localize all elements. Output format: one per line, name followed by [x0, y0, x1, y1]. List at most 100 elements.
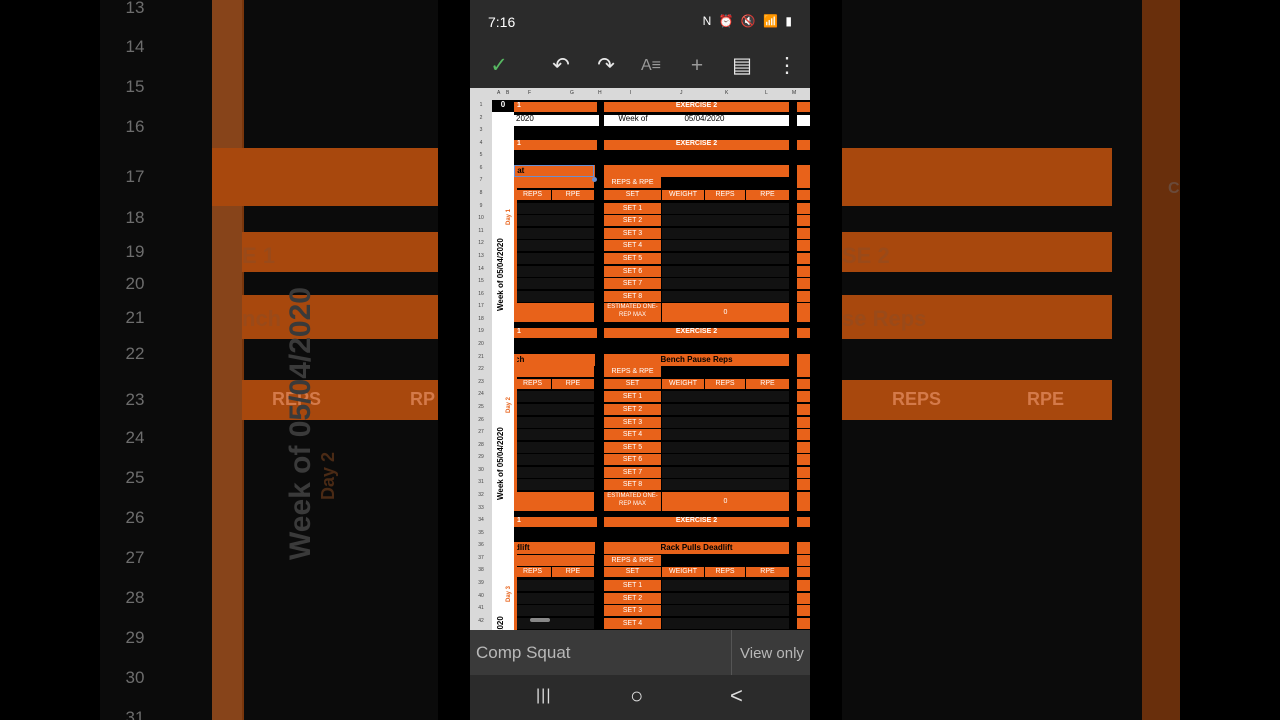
status-icons: N ⏰ 🔇 📶 ▮ — [702, 14, 794, 28]
set-input-right[interactable] — [662, 592, 789, 604]
set-input-right[interactable] — [662, 441, 789, 453]
horizontal-scrollbar[interactable] — [530, 618, 550, 622]
set-input-right[interactable] — [662, 265, 789, 277]
recents-icon[interactable]: ||| — [536, 687, 551, 705]
column-label-extra — [797, 567, 810, 578]
set-input-right[interactable] — [662, 227, 789, 239]
row-number: 8 — [479, 190, 483, 197]
set-input-right[interactable] — [662, 479, 789, 491]
row-number: 41 — [478, 605, 484, 612]
set-input-right[interactable] — [662, 202, 789, 214]
set-input-right[interactable] — [662, 580, 789, 592]
bg-band-rcol — [1142, 0, 1180, 720]
week-blank-cell-right[interactable] — [797, 114, 810, 126]
week-blank-cell[interactable] — [747, 114, 789, 126]
comment-icon[interactable]: ▤ — [727, 52, 757, 80]
selection-handle[interactable] — [592, 177, 597, 183]
set-input-right[interactable] — [662, 391, 789, 403]
set-input-right[interactable] — [662, 429, 789, 441]
reps-rpe-label: REPS & RPE — [604, 554, 661, 566]
set-input-right[interactable] — [662, 454, 789, 466]
set-input-left[interactable] — [514, 278, 594, 290]
set-right-col — [797, 265, 810, 277]
redo-icon[interactable]: ↷ — [591, 52, 621, 80]
set-input-left[interactable] — [514, 240, 594, 252]
set-input-left[interactable] — [514, 202, 594, 214]
spreadsheet-grid[interactable]: 0 A B F G H I J K L M 1 2 3 4 5 6 7 8 9 10 11 12 13 14 15 16 17 18 1… — [470, 88, 810, 630]
row-number: 39 — [478, 580, 484, 587]
set-label: SET 7 — [604, 278, 661, 290]
set-input-left[interactable] — [514, 227, 594, 239]
more-options-icon[interactable]: ⋮ — [772, 52, 802, 80]
done-checkmark-icon[interactable]: ✓ — [484, 52, 514, 80]
home-icon[interactable]: ○ — [630, 683, 643, 709]
exercise-3-name[interactable] — [797, 542, 810, 555]
selection-box[interactable] — [514, 164, 594, 177]
exercise-3-header-top — [797, 102, 810, 112]
set-label: SET 2 — [604, 215, 661, 227]
exercise-1-name[interactable]: dlift — [514, 542, 595, 555]
phone-screen: 7:16 N ⏰ 🔇 📶 ▮ ✓ ↶ ↷ A≡ + ▤ ⋮ 0 AB F G H I J K… — [470, 0, 810, 720]
week-vertical-label: Week of 05/04/2020 — [496, 238, 505, 312]
row-number: 22 — [478, 366, 484, 373]
set-input-right[interactable] — [662, 605, 789, 617]
back-icon[interactable]: < — [730, 683, 743, 709]
text-format-icon[interactable]: A≡ — [636, 52, 666, 80]
week-date-cell[interactable]: 05/04/2020 — [662, 114, 747, 126]
selected-cell-indicator[interactable]: 0 — [492, 101, 514, 110]
row-number: 15 — [478, 278, 484, 285]
column-header: H — [598, 90, 602, 96]
week-year-cell[interactable]: 2020 — [514, 114, 599, 126]
est-left — [514, 303, 594, 323]
set-input-left[interactable] — [514, 592, 594, 604]
sheet-tab-bar: Comp Squat View only — [470, 630, 810, 675]
set-input-left[interactable] — [514, 479, 594, 491]
bg-row-number: 17 — [125, 167, 145, 186]
exercise-1-name[interactable]: ch — [514, 353, 595, 366]
set-input-left[interactable] — [514, 580, 594, 592]
set-right-col — [797, 391, 810, 403]
set-input-left[interactable] — [514, 403, 594, 415]
row-number: 26 — [478, 416, 484, 423]
set-input-left[interactable] — [514, 416, 594, 428]
set-label: SET 1 — [604, 391, 661, 403]
row-number: 7 — [479, 177, 483, 184]
set-input-left[interactable] — [514, 215, 594, 227]
week-vertical-label: Week of 05/04/2020 — [496, 616, 505, 630]
set-input-left[interactable] — [514, 265, 594, 277]
set-input-left[interactable] — [514, 290, 594, 302]
insert-plus-icon[interactable]: + — [682, 52, 712, 80]
set-input-left[interactable] — [514, 391, 594, 403]
set-input-right[interactable] — [662, 617, 789, 629]
set-input-right[interactable] — [662, 278, 789, 290]
set-input-left[interactable] — [514, 252, 594, 264]
set-input-left[interactable] — [514, 454, 594, 466]
undo-icon[interactable]: ↶ — [546, 52, 576, 80]
exercise-2-name[interactable] — [604, 164, 789, 177]
set-input-left[interactable] — [514, 441, 594, 453]
set-input-right[interactable] — [662, 240, 789, 252]
set-input-right[interactable] — [662, 416, 789, 428]
set-input-right[interactable] — [662, 403, 789, 415]
est-right — [797, 491, 810, 511]
set-input-right[interactable] — [662, 252, 789, 264]
column-label-rpe2: RPE — [746, 378, 789, 389]
set-label: SET 4 — [604, 617, 661, 629]
set-input-left[interactable] — [514, 429, 594, 441]
set-input-left[interactable] — [514, 466, 594, 478]
exercise-2-header-top: EXERCISE 2 — [604, 102, 789, 112]
exercise-2-name[interactable]: Rack Pulls Deadlift — [604, 542, 789, 555]
exercise-3-name[interactable] — [797, 353, 810, 366]
set-input-right[interactable] — [662, 290, 789, 302]
set-input-right[interactable] — [662, 466, 789, 478]
day-vertical-label: Day 1 — [506, 208, 512, 225]
sheet-tab-comp-squat[interactable]: Comp Squat — [476, 643, 571, 663]
exercise-2-name[interactable]: Bench Pause Reps — [604, 353, 789, 366]
set-input-right[interactable] — [662, 215, 789, 227]
exercise-1-header: 1 — [514, 517, 597, 528]
set-input-left[interactable] — [514, 605, 594, 617]
exercise-3-name[interactable] — [797, 164, 810, 177]
bg-band-r23 — [842, 380, 1112, 420]
set-input-left[interactable] — [514, 617, 594, 629]
bg-vertical-week: Week of 05/04/2020 — [284, 287, 317, 560]
